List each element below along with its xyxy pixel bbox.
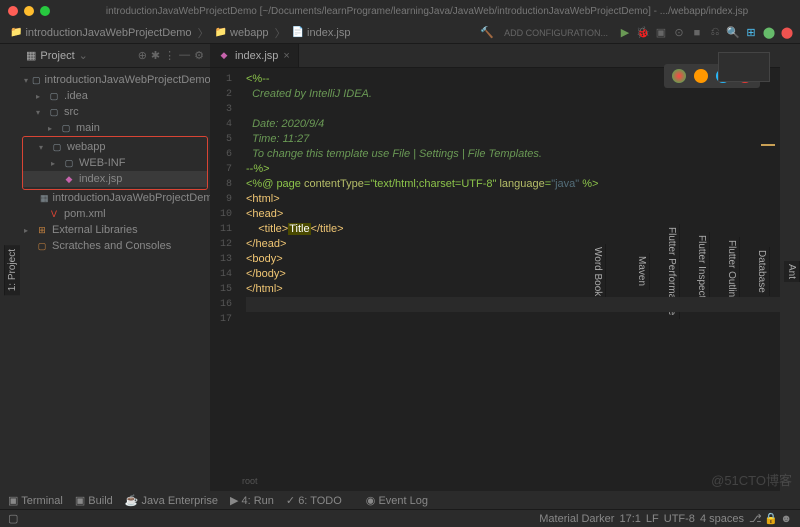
breadcrumb-project[interactable]: 📁 introductionJavaWebProjectDemo [6, 25, 196, 41]
hide-icon[interactable]: — [179, 49, 190, 62]
project-tree: ▾▢introductionJavaWebProjectDemo ~/Docum… [20, 68, 210, 258]
profile-icon[interactable]: ⊙ [672, 26, 686, 40]
lock-icon[interactable]: 🔒 [764, 512, 778, 525]
tree-label: src [64, 106, 79, 118]
tree-label: Scratches and Consoles [52, 240, 171, 252]
line-gutter: 1234567891011121314151617 [210, 68, 238, 491]
bottom-tool-strip: ▣ Terminal ▣ Build ☕ Java Enterprise ▶ 4… [0, 491, 800, 509]
status-bar: ▢ Material Darker 17:1 LF UTF-8 4 spaces… [0, 509, 800, 527]
chrome-icon[interactable] [672, 69, 686, 83]
add-configuration-button[interactable]: ADD CONFIGURATION... [498, 26, 614, 40]
event-log-button[interactable]: ◉ Event Log [366, 494, 428, 507]
git-icon[interactable]: ⎌ [708, 26, 722, 40]
grid-icon[interactable]: ⊞ [744, 26, 758, 40]
titlebar: introductionJavaWebProjectDemo [~/Docume… [0, 0, 800, 22]
chevron-down-icon[interactable]: ⌄ [79, 49, 88, 62]
tool-terminal[interactable]: ▣ Terminal [8, 494, 63, 507]
tree-webapp[interactable]: ▾▢webapp [23, 139, 207, 155]
smiley-icon[interactable]: ☻ [780, 513, 792, 525]
target-icon[interactable]: ⊕ [138, 49, 147, 62]
tree-scratches[interactable]: ▢Scratches and Consoles [20, 238, 210, 254]
build-icon[interactable]: 🔨 [480, 26, 494, 40]
commit-icon[interactable]: ⬤ [762, 26, 776, 40]
code-editor[interactable]: 1234567891011121314151617 <%-- Created b… [210, 68, 780, 491]
breadcrumb-file[interactable]: 📄 index.jsp [288, 25, 355, 41]
tree-label: webapp [67, 141, 106, 153]
editor-area: ◆index.jsp× 1234567891011121314151617 <%… [210, 44, 780, 491]
minimize-window-icon[interactable] [24, 6, 34, 16]
divider-icon: ⋮ [164, 49, 175, 62]
code-content[interactable]: <%-- Created by IntelliJ IDEA. Date: 202… [238, 68, 780, 491]
tree-webinf[interactable]: ▸▢WEB-INF [23, 155, 207, 171]
window-title: introductionJavaWebProjectDemo [~/Docume… [62, 6, 792, 17]
tree-label: introductionJavaWebProjectDemo.iml [53, 192, 210, 204]
tree-label: .idea [64, 90, 88, 102]
tool-java-enterprise[interactable]: ☕ Java Enterprise [125, 494, 218, 507]
debug-icon[interactable]: 🐞 [636, 26, 650, 40]
breadcrumb-label: introductionJavaWebProjectDemo [25, 27, 191, 39]
chevron-right-icon: 〉 [275, 25, 286, 41]
breadcrumb-hint: root [242, 474, 258, 489]
git-branch-icon[interactable]: ⎇ [749, 512, 762, 525]
tool-run[interactable]: ▶ 4: Run [230, 494, 274, 507]
maximize-window-icon[interactable] [40, 6, 50, 16]
project-icon: ▦ [26, 49, 36, 62]
warning-stripe [761, 144, 775, 146]
status-square-icon[interactable]: ▢ [8, 512, 18, 525]
minimap[interactable] [718, 52, 770, 82]
close-window-icon[interactable] [8, 6, 18, 16]
tree-root[interactable]: ▾▢introductionJavaWebProjectDemo ~/Docum [20, 72, 210, 88]
search-icon[interactable]: 🔍 [726, 26, 740, 40]
tool-build[interactable]: ▣ Build [75, 494, 113, 507]
status-theme[interactable]: Material Darker [539, 513, 614, 525]
tree-main[interactable]: ▸▢main [20, 120, 210, 136]
tree-label: index.jsp [79, 173, 122, 185]
tree-label: WEB-INF [79, 157, 125, 169]
tree-src[interactable]: ▾▢src [20, 104, 210, 120]
tree-idea[interactable]: ▸▢.idea [20, 88, 210, 104]
tree-label: introductionJavaWebProjectDemo ~/Docum [45, 74, 210, 86]
watermark: @51CTO博客 [711, 470, 792, 489]
run-icon[interactable]: ▶ [618, 26, 632, 40]
status-position[interactable]: 17:1 [619, 513, 640, 525]
left-tool-strip: 1: Project 2: Favorites Web 7: Structure [0, 44, 20, 491]
tree-iml[interactable]: ▦introductionJavaWebProjectDemo.iml [20, 190, 210, 206]
tree-label: External Libraries [52, 224, 138, 236]
navigation-bar: 📁 introductionJavaWebProjectDemo 〉 📁 web… [0, 22, 800, 44]
gear-icon[interactable]: ⚙ [194, 49, 204, 62]
tree-label: main [76, 122, 100, 134]
project-sidebar: ▦ Project ⌄ ⊕ ✱ ⋮ — ⚙ ▾▢introductionJava… [20, 44, 210, 491]
sidebar-header: ▦ Project ⌄ ⊕ ✱ ⋮ — ⚙ [20, 44, 210, 68]
status-indent[interactable]: 4 spaces [700, 513, 744, 525]
breadcrumb-label: index.jsp [307, 27, 350, 39]
tab-indexjsp[interactable]: ◆index.jsp× [210, 44, 299, 67]
tool-project[interactable]: 1: Project [4, 245, 20, 295]
firefox-icon[interactable] [694, 69, 708, 83]
breadcrumb-folder[interactable]: 📁 webapp [211, 25, 273, 41]
highlight-box: ▾▢webapp ▸▢WEB-INF ◆index.jsp [22, 136, 208, 190]
tool-todo[interactable]: ✓ 6: TODO [286, 494, 342, 507]
tree-label: pom.xml [64, 208, 106, 220]
sidebar-title: Project [40, 50, 74, 62]
update-icon[interactable]: ⬤ [780, 26, 794, 40]
right-tool-strip: Ant Database Flutter Outline Flutter Ins… [780, 44, 800, 491]
coverage-icon[interactable]: ▣ [654, 26, 668, 40]
tree-pom[interactable]: Ⅴpom.xml [20, 206, 210, 222]
tree-extlib[interactable]: ▸⊞External Libraries [20, 222, 210, 238]
status-line-sep[interactable]: LF [646, 513, 659, 525]
close-icon[interactable]: × [283, 50, 289, 62]
status-encoding[interactable]: UTF-8 [664, 513, 695, 525]
window-controls [8, 6, 50, 16]
breadcrumb-label: webapp [230, 27, 269, 39]
collapse-icon[interactable]: ✱ [151, 49, 160, 62]
chevron-right-icon: 〉 [198, 25, 209, 41]
tool-ant[interactable]: Ant [784, 261, 800, 282]
tab-label: index.jsp [235, 50, 278, 62]
stop-icon[interactable]: ■ [690, 26, 704, 40]
tree-indexjsp[interactable]: ◆index.jsp [23, 171, 207, 187]
